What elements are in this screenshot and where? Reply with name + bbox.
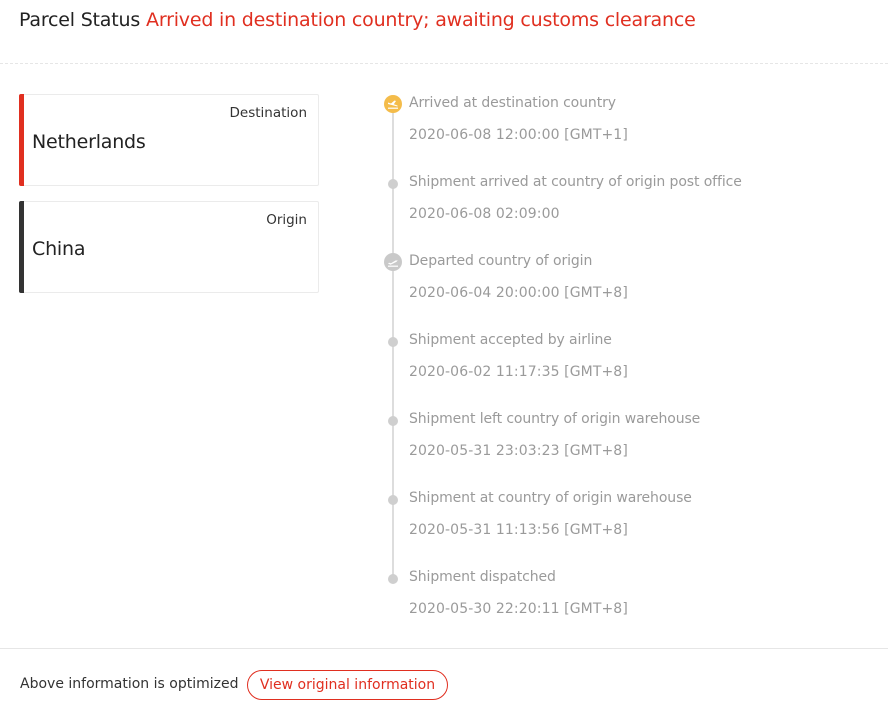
origin-role-label: Origin — [266, 212, 307, 228]
event-time: 2020-05-31 23:03:23 [GMT+8] — [409, 443, 628, 459]
destination-card: Destination Netherlands — [19, 94, 319, 186]
footer-divider — [0, 648, 888, 649]
origin-card: Origin China — [19, 201, 319, 293]
tracking-timeline: Arrived at destination country 2020-06-0… — [380, 90, 860, 630]
event-title: Shipment dispatched — [409, 569, 556, 585]
timeline-dot-icon — [388, 416, 398, 426]
plane-landing-icon — [384, 95, 402, 113]
timeline-event: Shipment dispatched 2020-05-30 22:20:11 … — [380, 564, 860, 624]
timeline-event: Departed country of origin 2020-06-04 20… — [380, 248, 860, 308]
event-title: Shipment accepted by airline — [409, 332, 612, 348]
timeline-dot-icon — [388, 337, 398, 347]
parcel-status-label: Parcel Status — [19, 9, 141, 31]
destination-role-label: Destination — [229, 105, 307, 121]
timeline-dot-icon — [388, 574, 398, 584]
timeline-dot-icon — [388, 495, 398, 505]
origin-accent-bar — [19, 201, 24, 293]
optimized-info-note: Above information is optimized — [20, 676, 239, 692]
event-time: 2020-06-04 20:00:00 [GMT+8] — [409, 285, 628, 301]
timeline-event: Shipment left country of origin warehous… — [380, 406, 860, 466]
header-divider — [0, 63, 888, 64]
timeline-dot-icon — [388, 179, 398, 189]
event-title: Shipment left country of origin warehous… — [409, 411, 701, 427]
event-time: 2020-06-08 02:09:00 — [409, 206, 560, 222]
view-original-information-button[interactable]: View original information — [247, 670, 448, 700]
origin-country: China — [32, 238, 86, 260]
event-time: 2020-06-08 12:00:00 [GMT+1] — [409, 127, 628, 143]
timeline-event: Shipment arrived at country of origin po… — [380, 169, 860, 229]
destination-accent-bar — [19, 94, 24, 186]
event-time: 2020-06-02 11:17:35 [GMT+8] — [409, 364, 628, 380]
event-title: Shipment at country of origin warehouse — [409, 490, 692, 506]
event-time: 2020-05-31 11:13:56 [GMT+8] — [409, 522, 628, 538]
event-title: Arrived at destination country — [409, 95, 616, 111]
parcel-status-heading: Parcel Status Arrived in destination coun… — [19, 6, 696, 34]
timeline-event: Shipment accepted by airline 2020-06-02 … — [380, 327, 860, 387]
plane-takeoff-icon — [384, 253, 402, 271]
timeline-event: Shipment at country of origin warehouse … — [380, 485, 860, 545]
timeline-event: Arrived at destination country 2020-06-0… — [380, 90, 860, 150]
destination-country: Netherlands — [32, 131, 146, 153]
event-title: Shipment arrived at country of origin po… — [409, 174, 742, 190]
event-time: 2020-05-30 22:20:11 [GMT+8] — [409, 601, 628, 617]
parcel-status-value: Arrived in destination country; awaiting… — [146, 9, 696, 31]
event-title: Departed country of origin — [409, 253, 593, 269]
